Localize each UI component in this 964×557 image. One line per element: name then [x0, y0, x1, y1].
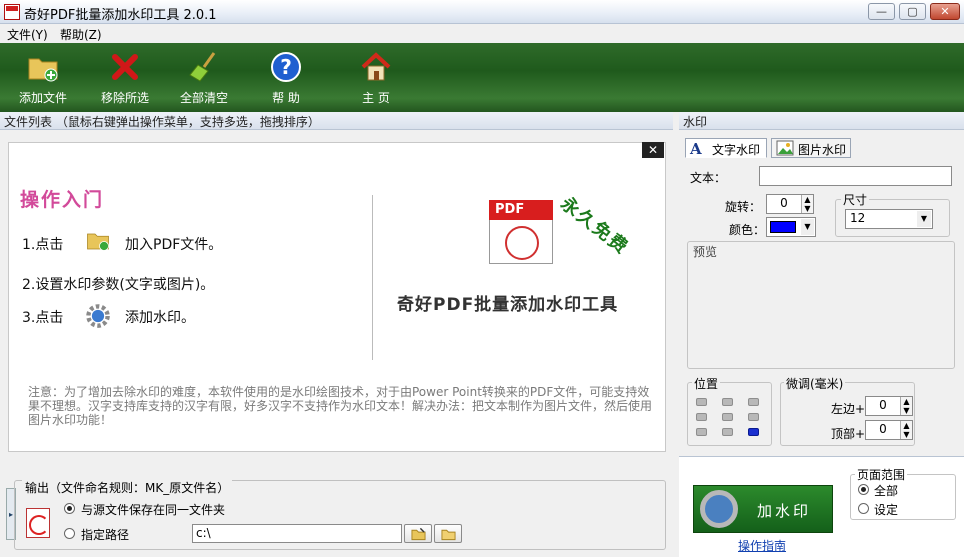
custom-path-label: 指定路径: [81, 528, 130, 542]
notice-text: 注意：为了增加去除水印的难度，本软件使用的是水印绘图技术，对于由Power Po…: [28, 385, 653, 427]
add-watermark-label: 加水印: [757, 502, 812, 520]
rotate-spinner[interactable]: 0 ▲ ▼: [766, 194, 814, 214]
radio-custom-path[interactable]: [64, 528, 75, 539]
position-middle-right[interactable]: [748, 413, 759, 421]
position-bottom-left[interactable]: [696, 428, 707, 436]
home-button[interactable]: 主 页: [343, 43, 409, 112]
top-offset-spinner[interactable]: 0 ▲ ▼: [865, 420, 913, 440]
browse-folder-button[interactable]: [434, 524, 462, 543]
intro-title: 操作入门: [20, 189, 105, 211]
tab-image-watermark[interactable]: 图片水印: [771, 138, 851, 158]
menu-help[interactable]: 帮助(Z): [60, 26, 102, 43]
title-bar: 奇好PDF批量添加水印工具 2.0.1 — ▢ ✕: [0, 0, 964, 24]
guide-link[interactable]: 操作指南: [738, 537, 786, 554]
remove-selected-button[interactable]: 移除所选: [92, 43, 158, 112]
output-legend: 输出（文件命名规则：MK_原文件名）: [22, 479, 233, 496]
folder-add-icon: [28, 58, 58, 82]
page-range-legend: 页面范围: [855, 466, 908, 483]
step-2-text: 2.设置水印参数(文字或图片)。: [22, 277, 215, 293]
intro-divider: [372, 195, 373, 360]
radio-range-all[interactable]: [858, 484, 869, 495]
watermark-text-input[interactable]: [759, 166, 952, 186]
clear-all-button[interactable]: 全部清空: [171, 43, 237, 112]
offset-legend: 微调(毫米): [784, 375, 846, 392]
folder-edit-icon: [411, 527, 426, 541]
position-top-left[interactable]: [696, 398, 707, 406]
app-icon: [4, 4, 20, 20]
position-legend: 位置: [692, 375, 721, 392]
dropdown-arrow-icon: ▼: [917, 211, 931, 227]
close-intro-button[interactable]: ✕: [642, 142, 664, 158]
preview-box: [687, 241, 955, 369]
help-icon: ?: [271, 52, 301, 82]
broom-icon: [189, 52, 216, 82]
color-swatch: [770, 221, 796, 233]
close-button[interactable]: ✕: [930, 3, 960, 20]
maximize-button[interactable]: ▢: [899, 3, 926, 20]
range-all-label: 全部: [874, 484, 899, 498]
product-name: 奇好PDF批量添加水印工具: [397, 295, 619, 315]
size-legend: 尺寸: [841, 191, 870, 208]
same-folder-label: 与源文件保存在同一文件夹: [81, 503, 226, 517]
size-select[interactable]: 12 ▼: [845, 209, 933, 229]
left-offset-label: 左边+: [831, 402, 866, 416]
app-window: 奇好PDF批量添加水印工具 2.0.1 — ▢ ✕ 文件(Y) 帮助(Z) 添加…: [0, 0, 964, 557]
radio-range-set[interactable]: [858, 503, 869, 514]
spinner-arrows-icon[interactable]: ▲ ▼: [801, 195, 813, 213]
text-label: 文本：: [690, 171, 727, 185]
add-file-button[interactable]: 添加文件: [10, 43, 76, 112]
dropdown-arrow-icon: ▼: [801, 219, 814, 235]
position-top-right[interactable]: [748, 398, 759, 406]
step-3-text: 添加水印。: [125, 310, 195, 326]
svg-text:?: ?: [280, 55, 292, 79]
output-path-input[interactable]: c:\: [192, 524, 402, 543]
watermark-header: 水印: [679, 112, 964, 130]
gear-icon: [86, 304, 110, 328]
step-1-text: 加入PDF文件。: [125, 237, 223, 253]
pdf-logo-label: PDF: [489, 200, 553, 220]
radio-same-folder[interactable]: [64, 503, 75, 514]
home-icon: [361, 52, 391, 81]
image-icon: [776, 140, 794, 156]
pdf-stamp-icon: [505, 226, 539, 260]
color-picker[interactable]: ▼: [766, 217, 816, 237]
preview-label: 预览: [693, 245, 718, 259]
step-1-prefix: 1.点击: [22, 237, 64, 253]
position-middle-center[interactable]: [722, 413, 733, 421]
red-x-icon: [112, 54, 138, 80]
top-offset-label: 顶部+: [831, 427, 866, 441]
position-top-center[interactable]: [722, 398, 733, 406]
minimize-button[interactable]: —: [868, 3, 895, 20]
toolbar: 添加文件 移除所选 全部清空 ? 帮 助 主 页: [0, 43, 964, 112]
menu-bar: 文件(Y) 帮助(Z): [0, 24, 964, 43]
menu-file[interactable]: 文件(Y): [7, 26, 48, 43]
window-title: 奇好PDF批量添加水印工具 2.0.1: [24, 8, 217, 23]
text-a-icon: A: [690, 140, 702, 158]
folder-add-icon: [87, 233, 109, 251]
help-button[interactable]: ? 帮 助: [253, 43, 319, 112]
folder-icon: [441, 529, 456, 541]
pdf-file-icon: [26, 508, 50, 538]
range-set-label: 设定: [874, 503, 899, 517]
spinner-arrows-icon[interactable]: ▲ ▼: [900, 397, 912, 415]
left-offset-spinner[interactable]: 0 ▲ ▼: [865, 396, 913, 416]
position-bottom-center[interactable]: [722, 428, 733, 436]
rotate-label: 旋转：: [725, 200, 762, 214]
color-label: 颜色：: [729, 223, 766, 237]
tab-text-watermark[interactable]: A 文字水印: [685, 138, 767, 158]
gear-icon: [700, 490, 738, 528]
open-output-button[interactable]: [404, 524, 432, 543]
position-bottom-right[interactable]: [748, 428, 759, 436]
position-middle-left[interactable]: [696, 413, 707, 421]
spinner-arrows-icon[interactable]: ▲ ▼: [900, 421, 912, 439]
file-list-header: 文件列表 （鼠标右键弹出操作菜单，支持多选，拖拽排序）: [0, 112, 673, 130]
step-3-prefix: 3.点击: [22, 310, 64, 326]
